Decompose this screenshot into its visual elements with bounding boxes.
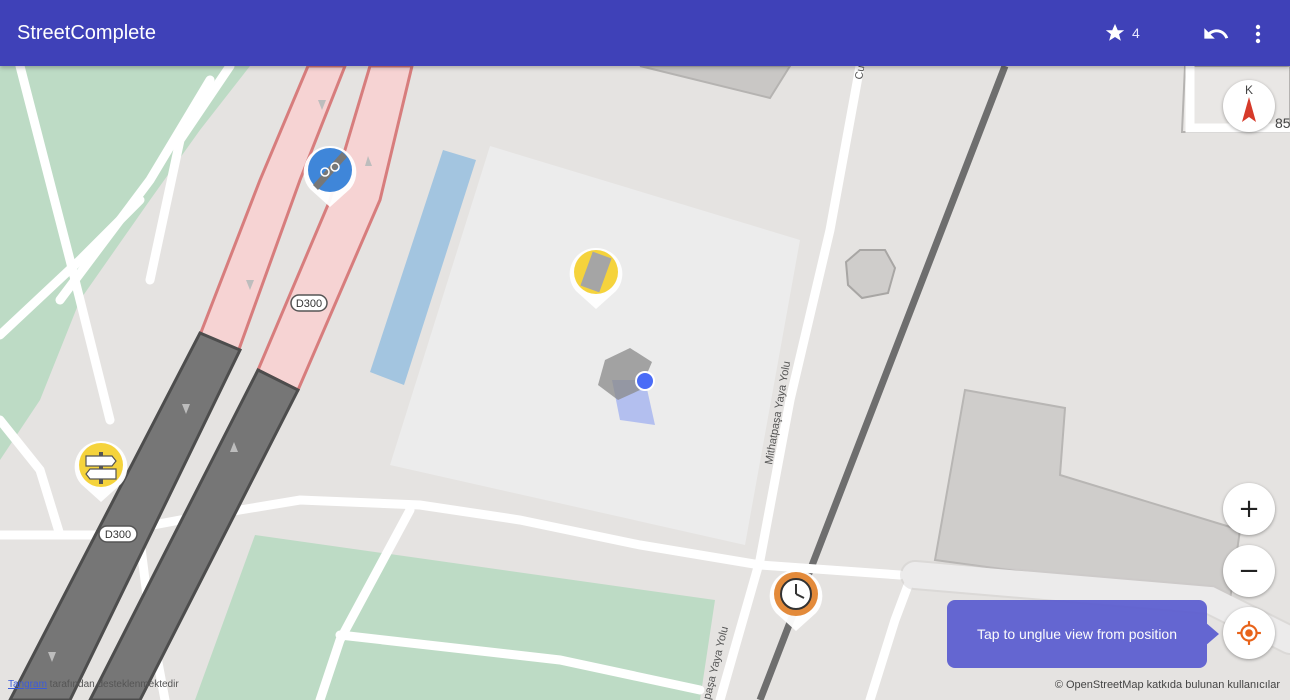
road-label-d300-lower: D300	[105, 529, 131, 541]
tangram-attribution-text: tarafından desteklenmektedir	[46, 679, 179, 690]
locate-button[interactable]	[1223, 607, 1275, 659]
more-vert-icon	[1255, 24, 1261, 44]
tangram-link[interactable]: Tangram	[8, 679, 47, 690]
zoom-out-button[interactable]: −	[1223, 545, 1275, 597]
unglue-tooltip[interactable]: Tap to unglue view from position	[947, 600, 1219, 668]
road-label-d300-upper: D300	[296, 298, 322, 310]
zoom-in-button[interactable]: +	[1223, 483, 1275, 535]
building-small-octagon	[844, 249, 897, 300]
overflow-menu-button[interactable]	[1248, 20, 1268, 48]
tooltip-text: Tap to unglue view from position	[977, 626, 1177, 642]
house-number: 85	[1275, 115, 1290, 131]
gps-fixed-icon	[1237, 621, 1261, 645]
map-view[interactable]: D300 D300 Mithatpaşa Yaya Yolu paşa Yaya…	[0, 0, 1290, 700]
osm-attribution[interactable]: © OpenStreetMap katkıda bulunan kullanıc…	[1055, 679, 1280, 691]
compass-button[interactable]: K	[1223, 80, 1275, 132]
star-icon	[1105, 23, 1125, 41]
answer-count: 4	[1132, 25, 1140, 41]
undo-button[interactable]	[1202, 20, 1230, 48]
compass-north-label: K	[1245, 83, 1253, 97]
minus-icon: −	[1238, 556, 1260, 586]
compass-icon: K	[1242, 83, 1256, 122]
answer-count-button[interactable]: 4	[1104, 21, 1140, 45]
app-title: StreetComplete	[17, 22, 156, 44]
tangram-attribution: Tangram tarafından desteklenmektedir	[8, 679, 179, 690]
plus-icon: +	[1238, 494, 1260, 524]
undo-icon	[1204, 28, 1229, 39]
app-bar: StreetComplete 4	[0, 0, 1290, 66]
street-label-top: Cu	[853, 65, 867, 81]
tooltip-arrow	[1205, 622, 1219, 646]
